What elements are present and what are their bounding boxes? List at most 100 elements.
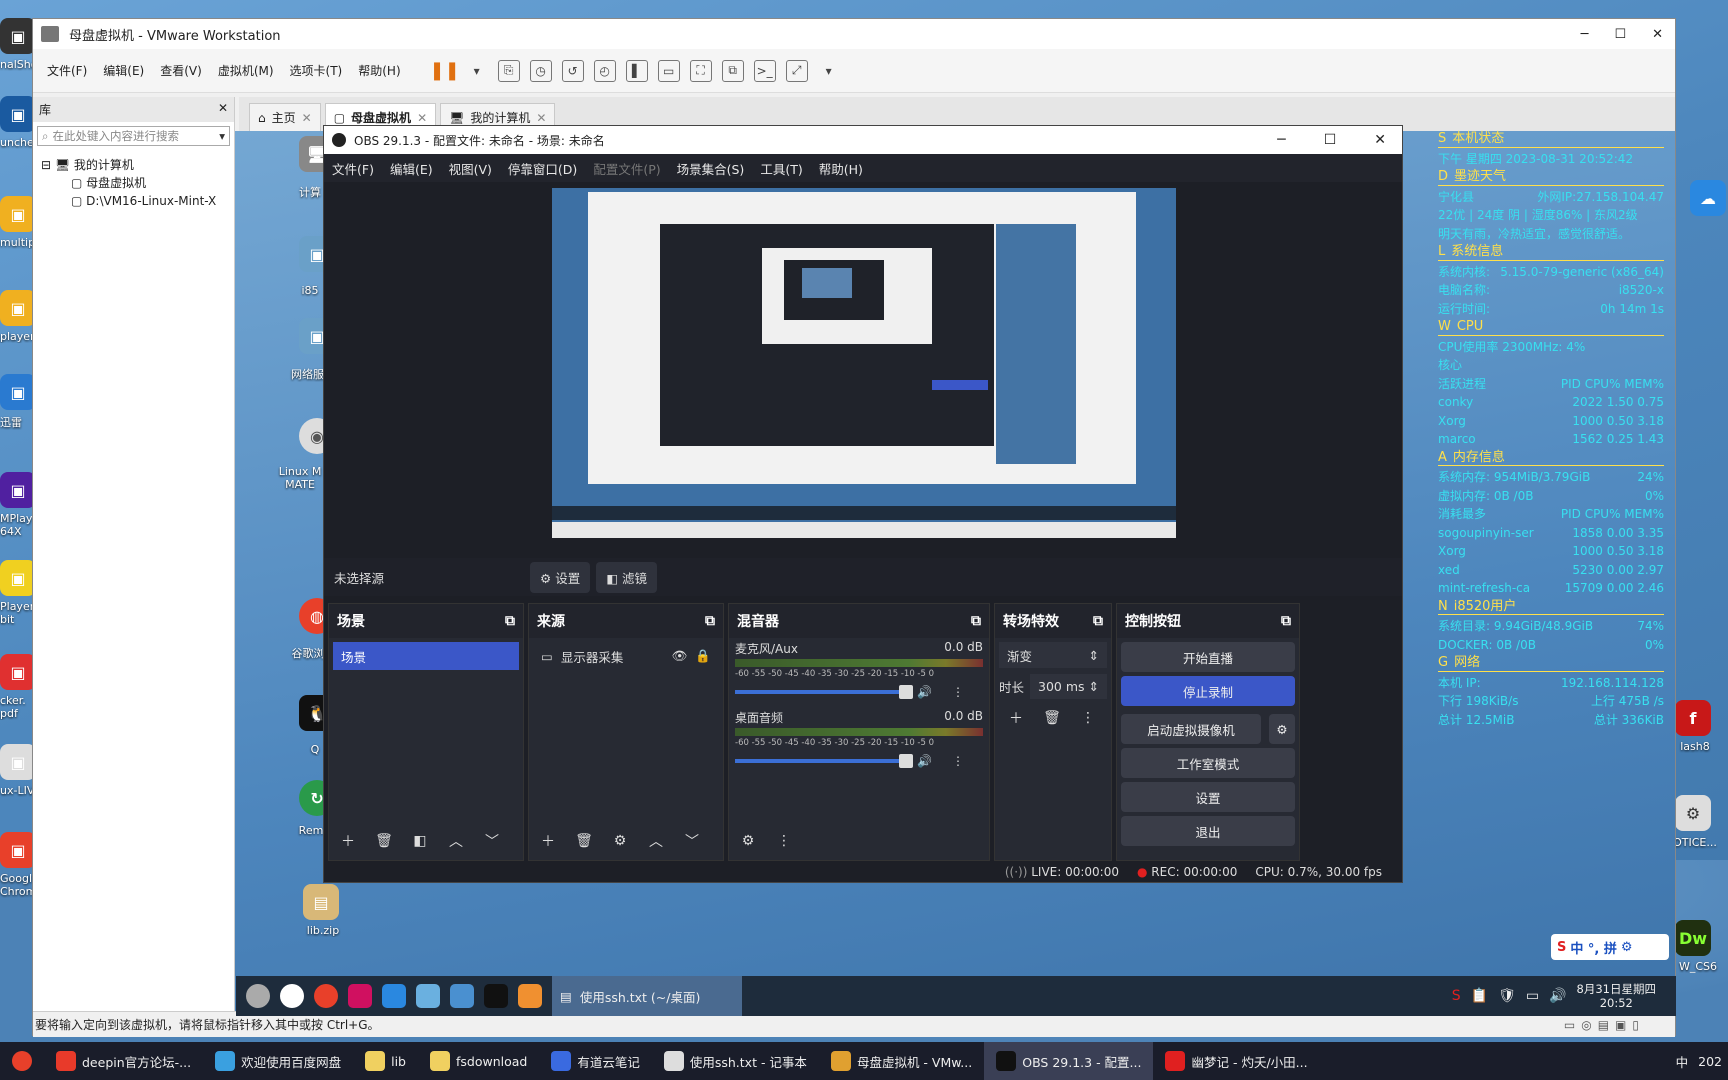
desktop-app-icon[interactable]: ▣: [0, 472, 36, 508]
move-up-icon[interactable]: ︿: [443, 828, 469, 854]
chevron-down-icon[interactable]: ▾: [466, 60, 488, 82]
exit-button[interactable]: 退出: [1121, 816, 1295, 846]
revert-snapshot-icon[interactable]: ↺: [561, 59, 584, 82]
undock-icon[interactable]: ⧉: [971, 613, 981, 629]
chrome-icon[interactable]: [314, 984, 338, 1008]
trash-icon[interactable]: 🗑: [1039, 705, 1065, 731]
trash-icon[interactable]: 🗑: [371, 828, 397, 854]
terminal-icon[interactable]: [484, 984, 508, 1008]
speaker-icon[interactable]: 🔊: [917, 685, 932, 699]
taskbar-item[interactable]: 有道云笔记: [539, 1042, 652, 1080]
obs-menu-file[interactable]: 文件(F): [324, 159, 382, 178]
files-icon[interactable]: [416, 984, 440, 1008]
taskbar-item[interactable]: OBS 29.1.3 - 配置...: [984, 1042, 1154, 1080]
minimize-icon[interactable]: ─: [1277, 132, 1285, 148]
close-icon[interactable]: ✕: [1652, 27, 1663, 42]
close-icon[interactable]: ✕: [417, 111, 427, 125]
baidu-cloud-float-icon[interactable]: ☁: [1690, 180, 1726, 216]
folder-icon[interactable]: [450, 984, 474, 1008]
gear-icon[interactable]: ⚙: [1269, 714, 1295, 744]
stretch-icon[interactable]: ⤢: [785, 59, 808, 82]
maximize-icon[interactable]: ☐: [1324, 132, 1337, 148]
ime-indicator[interactable]: 中: [1676, 1052, 1689, 1071]
move-up-icon[interactable]: ︿: [643, 828, 669, 854]
tree-item-vm[interactable]: ▢ D:\VM16-Linux-Mint-X: [41, 192, 226, 210]
dreamweaver-icon[interactable]: Dw: [1675, 920, 1711, 956]
maximize-icon[interactable]: ☐: [1614, 27, 1626, 42]
chevron-down-icon[interactable]: ▾: [818, 60, 840, 82]
more-icon[interactable]: ⋮: [771, 828, 797, 854]
menu-help[interactable]: 帮助(H): [350, 62, 408, 79]
desktop-app-icon[interactable]: ▣: [0, 196, 36, 232]
desktop-app-icon[interactable]: ▣: [0, 744, 36, 780]
taskbar-item[interactable]: deepin官方论坛-...: [44, 1042, 203, 1080]
chrome-taskbar-icon[interactable]: [0, 1042, 44, 1080]
add-icon[interactable]: ＋: [1003, 705, 1029, 731]
lock-icon[interactable]: 🔒: [695, 648, 711, 664]
undock-icon[interactable]: ⧉: [1093, 613, 1103, 629]
obs-menu-scene-collection[interactable]: 场景集合(S): [669, 159, 753, 178]
scene-item[interactable]: 场景: [333, 642, 519, 670]
more-icon[interactable]: ⋮: [952, 685, 964, 699]
undock-icon[interactable]: ⧉: [705, 613, 715, 629]
menu-vm[interactable]: 虚拟机(M): [210, 62, 282, 79]
pause-icon[interactable]: ❚❚: [430, 60, 460, 82]
obs-menu-view[interactable]: 视图(V): [441, 159, 500, 178]
clipboard-icon[interactable]: 📋: [1471, 988, 1488, 1004]
ime-toolbar[interactable]: S 中 °, 拼 ⚙: [1551, 934, 1669, 960]
menu-icon[interactable]: [246, 984, 270, 1008]
obs-menu-profile[interactable]: 配置文件(P): [585, 159, 668, 178]
display-icon[interactable]: ▭: [1526, 988, 1539, 1004]
add-icon[interactable]: ＋: [535, 828, 561, 854]
fullscreen-icon[interactable]: ⛶: [689, 59, 712, 82]
tree-root[interactable]: ⊟ 🖥 我的计算机: [41, 156, 226, 174]
filter-icon[interactable]: ◧: [407, 828, 433, 854]
start-streaming-button[interactable]: 开始直播: [1121, 642, 1295, 672]
close-icon[interactable]: ✕: [536, 111, 546, 125]
taskbar-item[interactable]: fsdownload: [418, 1042, 539, 1080]
search-input[interactable]: 在此处键入内容进行搜索: [52, 128, 179, 144]
console-icon[interactable]: >_: [753, 59, 776, 82]
volume-slider[interactable]: [735, 685, 913, 699]
editor-icon[interactable]: [518, 984, 542, 1008]
obs-preview[interactable]: [552, 188, 1176, 538]
desktop-app-icon[interactable]: ▣: [0, 18, 36, 54]
duration-input[interactable]: 300 ms ⇕: [1030, 674, 1107, 699]
device-icons[interactable]: ▭◎▤▣▯: [1564, 1018, 1675, 1032]
more-icon[interactable]: ⋮: [952, 754, 964, 768]
add-icon[interactable]: ＋: [335, 828, 361, 854]
obs-menu-help[interactable]: 帮助(H): [811, 159, 871, 178]
move-down-icon[interactable]: ﹀: [679, 828, 705, 854]
taskbar-item[interactable]: 欢迎使用百度网盘: [203, 1042, 353, 1080]
obs-menu-docks[interactable]: 停靠窗口(D): [500, 159, 585, 178]
desktop-app-icon[interactable]: ▣: [0, 560, 36, 596]
app-icon[interactable]: [382, 984, 406, 1008]
snapshot-manager-icon[interactable]: ◴: [593, 59, 616, 82]
thumbnail-icon[interactable]: ▭: [657, 59, 680, 82]
flash-icon[interactable]: f: [1675, 700, 1711, 736]
desktop-app-icon[interactable]: ▣: [0, 654, 36, 690]
taskbar-item[interactable]: 使用ssh.txt - 记事本: [652, 1042, 819, 1080]
guest-clock[interactable]: 8月31日星期四 20:52: [1577, 982, 1676, 1010]
taskbar-item[interactable]: lib: [353, 1042, 418, 1080]
zip-file-icon[interactable]: ▤: [303, 884, 339, 920]
studio-mode-button[interactable]: 工作室模式: [1121, 748, 1295, 778]
close-icon[interactable]: ✕: [1374, 132, 1386, 148]
minimize-icon[interactable]: ─: [1581, 27, 1589, 42]
source-filters-button[interactable]: ◧ 滤镜: [596, 561, 658, 593]
speaker-icon[interactable]: 🔊: [917, 754, 932, 768]
undock-icon[interactable]: ⧉: [505, 613, 515, 629]
taskbar-item[interactable]: 母盘虚拟机 - VMw...: [819, 1042, 984, 1080]
obs-menu-edit[interactable]: 编辑(E): [382, 159, 441, 178]
close-icon[interactable]: ✕: [302, 111, 312, 125]
notice-icon[interactable]: ⚙: [1675, 795, 1711, 831]
library-search[interactable]: ⌕ 在此处键入内容进行搜索 ▾: [37, 126, 230, 146]
start-virtual-camera-button[interactable]: 启动虚拟摄像机: [1121, 714, 1261, 744]
desktop-app-icon[interactable]: ▣: [0, 832, 36, 868]
unity-icon[interactable]: ⧉: [721, 59, 744, 82]
send-keys-icon[interactable]: ⎘: [497, 59, 520, 82]
stop-recording-button[interactable]: 停止录制: [1121, 676, 1295, 706]
snapshot-icon[interactable]: ◷: [529, 59, 552, 82]
gear-icon[interactable]: ⚙: [607, 828, 633, 854]
desktop-app-icon[interactable]: ▣: [0, 374, 36, 410]
